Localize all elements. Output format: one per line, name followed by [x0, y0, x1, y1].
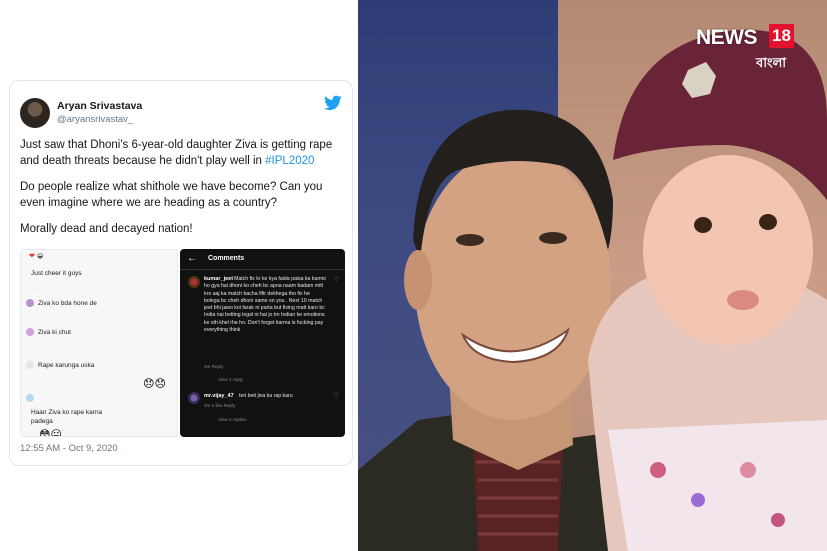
commenter-avatar: [26, 328, 34, 336]
child-right-eye: [759, 214, 777, 230]
face-emoji-icon: 😳😐: [39, 429, 62, 437]
tweet-paragraph-2: Do people realize what shithole we have …: [20, 181, 323, 209]
comment-text: Ziva ko bda hone de: [38, 300, 97, 307]
tweet-paragraph-1: Just saw that Dhoni's 6-year-old daughte…: [20, 137, 346, 169]
comment-text: Haan Ziva ko rape karna padega: [31, 409, 103, 425]
comment-text: Match fix kr ke kya faida paisa ka kamni…: [204, 276, 326, 334]
news18-brand: NEWS: [696, 26, 758, 49]
comment-meta: 2m 1 like Reply: [204, 403, 236, 408]
heart-icon: ❤: [29, 253, 35, 260]
heart-outline-icon[interactable]: ♡: [334, 276, 339, 283]
news18-logo: NEWS 18 বাংলা: [696, 22, 806, 78]
comment-screenshot-dark: ← Comments kumar_jeet ♡ Match fix kr ke …: [180, 249, 345, 437]
timestamp-mark: ·: [37, 286, 39, 291]
tweet-paragraph-3: Morally dead and decayed nation!: [20, 223, 193, 235]
photo-illustration: [358, 29, 827, 551]
hashtag-link[interactable]: #IPL2020: [265, 155, 314, 167]
user-handle[interactable]: @aryansrivastav_: [57, 114, 133, 125]
comment-screenshot-light: ❤ 😀 Just cheer it guys · Ziva ko bda hon…: [20, 249, 178, 437]
commenter-avatar: [188, 392, 200, 404]
news18-number: 18: [769, 24, 794, 48]
comment-text: Just cheer it guys: [31, 270, 82, 277]
dress-flower: [740, 462, 756, 478]
child-lips: [727, 290, 759, 310]
twitter-bird-icon[interactable]: [324, 95, 342, 111]
dress-flower: [650, 462, 666, 478]
child-dress-shape: [608, 420, 827, 551]
child-left-eye: [694, 217, 712, 233]
comment-text: Rape karunga uska: [38, 362, 95, 369]
commenter-avatar: [188, 276, 200, 288]
user-display-name[interactable]: Aryan Srivastava: [57, 100, 142, 112]
left-eye: [456, 234, 484, 246]
commenter-avatar: [26, 394, 34, 402]
emoji-icon: 😀: [37, 254, 44, 260]
face-shape: [415, 150, 611, 420]
comments-title: Comments: [208, 255, 245, 262]
ear-shape: [404, 250, 432, 310]
right-eye: [539, 232, 567, 244]
tweet-body: Just saw that Dhoni's 6-year-old daughte…: [20, 137, 346, 247]
comment-text: teri beti jiva ka rap karu: [239, 393, 293, 399]
heart-outline-icon[interactable]: ♡: [334, 392, 339, 399]
dress-flower: [691, 493, 705, 507]
comment-meta: 2m Reply: [204, 364, 224, 369]
dress-flower: [771, 513, 785, 527]
commenter-avatar: [26, 299, 34, 307]
news18-sub: বাংলা: [756, 56, 787, 71]
back-arrow-icon[interactable]: ←: [187, 253, 197, 264]
comment-username[interactable]: mr.vijay_47: [204, 393, 234, 399]
commenter-avatar: [26, 361, 34, 369]
comments-header: ← Comments: [180, 249, 345, 270]
child-face-shape: [643, 155, 813, 345]
view-replies-link[interactable]: View 2 replies: [218, 417, 247, 422]
comment-text: Ziva ki chut: [38, 329, 71, 336]
user-avatar[interactable]: [20, 98, 50, 128]
tweet-card: Aryan Srivastava @aryansrivastav_ Just s…: [9, 80, 353, 466]
tweet-timestamp[interactable]: 12:55 AM - Oct 9, 2020: [20, 443, 118, 454]
disappointed-emoji-icon: 😞😞: [143, 378, 166, 390]
news-photo: NEWS 18 বাংলা: [358, 0, 827, 551]
view-replies-link[interactable]: View 1 reply: [218, 377, 243, 382]
